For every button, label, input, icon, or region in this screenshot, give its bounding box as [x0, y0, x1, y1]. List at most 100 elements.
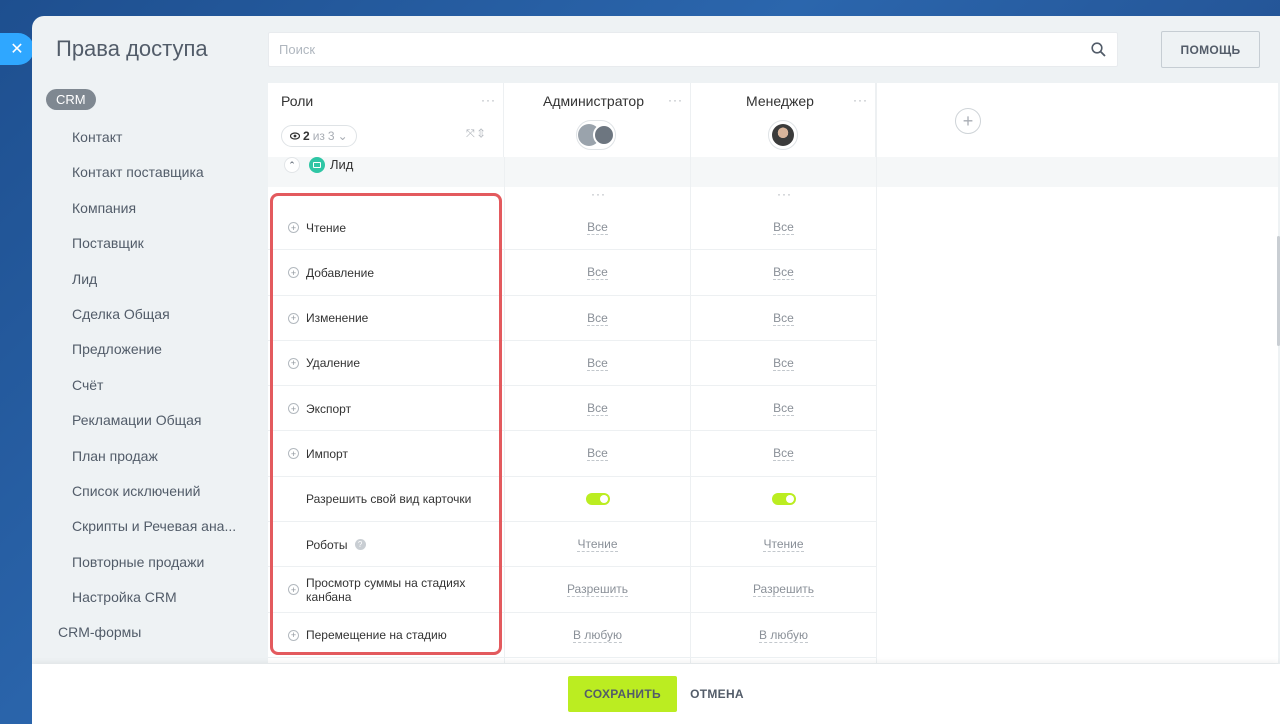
expand-plus-icon[interactable]: +: [288, 357, 299, 369]
collapse-expand-icon[interactable]: ⤧ ⇕: [466, 128, 484, 141]
permission-value-dropdown[interactable]: Все: [587, 311, 608, 326]
total-count: 3: [327, 129, 335, 143]
close-slider-button[interactable]: ✕: [0, 33, 34, 65]
sidebar-item[interactable]: Поставщик: [46, 226, 256, 261]
permission-name: + Добавление: [288, 250, 488, 295]
expand-plus-icon[interactable]: +: [288, 403, 299, 415]
permission-value-dropdown[interactable]: В любую: [573, 628, 622, 643]
table-row: + Удаление Все Все: [268, 341, 876, 387]
page-title: Права доступа: [56, 36, 208, 61]
permission-toggle[interactable]: [771, 493, 796, 506]
sidebar-item[interactable]: Настройка CRM: [46, 580, 256, 615]
manager-section-more-icon[interactable]: ···: [777, 187, 792, 201]
permission-value-dropdown[interactable]: В любую: [759, 628, 808, 643]
manager-more-icon[interactable]: ···: [853, 93, 868, 107]
roles-more-icon[interactable]: ···: [481, 93, 496, 107]
search-box[interactable]: [268, 32, 1118, 67]
sidebar-item[interactable]: Счёт: [46, 368, 256, 403]
sidebar-item[interactable]: Контакт: [46, 120, 256, 155]
admin-section-more-icon[interactable]: ···: [591, 187, 606, 201]
permission-value-dropdown[interactable]: Все: [773, 401, 794, 417]
save-button[interactable]: СОХРАНИТЬ: [568, 676, 677, 712]
permission-cell-manager: В любую: [691, 613, 876, 658]
permission-name: + Удаление: [288, 341, 488, 386]
expand-plus-icon[interactable]: +: [288, 629, 299, 641]
permission-value-dropdown[interactable]: Все: [773, 446, 794, 462]
permission-name: + Импорт: [288, 431, 488, 476]
permission-value-dropdown[interactable]: Разрешить: [752, 582, 815, 598]
cancel-button[interactable]: ОТМЕНА: [682, 676, 752, 712]
permission-value-dropdown[interactable]: Все: [773, 311, 794, 326]
permission-value-dropdown[interactable]: Все: [587, 401, 608, 417]
column-admin: Администратор ···: [504, 83, 691, 157]
sidebar-item[interactable]: Сделка Общая: [46, 297, 256, 332]
permission-cell-admin: Разрешить: [505, 567, 690, 612]
column-manager: Менеджер ···: [691, 83, 876, 157]
permission-toggle[interactable]: [585, 493, 610, 506]
permission-value-dropdown[interactable]: Все: [773, 220, 794, 235]
permission-value-dropdown[interactable]: Все: [587, 265, 608, 281]
expand-plus-icon[interactable]: +: [288, 222, 299, 233]
sidebar-item[interactable]: Контакт поставщика: [46, 155, 256, 190]
manager-avatars[interactable]: [768, 120, 798, 150]
permission-cell-admin: Все: [505, 386, 690, 431]
permission-name: Роботы?: [288, 522, 488, 567]
sidebar-item-crm-forms[interactable]: CRM-формы: [46, 615, 256, 650]
visible-count: 2: [303, 129, 310, 143]
sidebar-item[interactable]: Скрипты и Речевая ана...: [46, 509, 256, 544]
permission-name: + Перемещение на стадию: [288, 613, 488, 658]
permission-value-dropdown[interactable]: Все: [587, 220, 608, 235]
permission-value-dropdown[interactable]: Все: [773, 356, 794, 371]
sidebar-item[interactable]: План продаж: [46, 439, 256, 474]
permission-cell-admin: Чтение: [505, 522, 690, 567]
search-input[interactable]: [279, 42, 1089, 57]
add-role-button[interactable]: +: [955, 108, 981, 134]
permission-value-dropdown[interactable]: Чтение: [577, 537, 618, 553]
sidebar-item[interactable]: Повторные продажи: [46, 545, 256, 580]
sidebar-group-crm[interactable]: CRM: [46, 89, 96, 110]
sidebar: CRM Контакт Контакт поставщика Компания Пос…: [46, 89, 256, 651]
access-rights-panel: Права доступа ПОМОЩЬ CRM КонтактКонтакт …: [32, 16, 1280, 724]
chevron-down-icon: ⌄: [337, 129, 348, 143]
permission-cell-admin: Все: [505, 250, 690, 295]
permission-cell-manager: Разрешить: [691, 567, 876, 612]
permission-value-dropdown[interactable]: Все: [773, 265, 794, 281]
sidebar-item[interactable]: Предложение: [46, 332, 256, 367]
admin-avatars[interactable]: [576, 120, 616, 150]
help-question-icon[interactable]: ?: [354, 539, 366, 551]
table-row: + Чтение Все Все: [268, 205, 876, 251]
sidebar-item[interactable]: Рекламации Общая: [46, 403, 256, 438]
expand-plus-icon[interactable]: +: [288, 312, 299, 324]
sidebar-item[interactable]: Лид: [46, 262, 256, 297]
count-separator: из: [312, 129, 325, 143]
permission-cell-admin: Все: [505, 431, 690, 476]
avatar: [772, 124, 794, 146]
permissions-table: Роли ··· 2 из 3 ⌄ ⤧ ⇕ Администратор ···: [268, 83, 1278, 663]
table-row: + Просмотр суммы на стадиях канбана Разреш…: [268, 567, 876, 613]
expand-plus-icon[interactable]: +: [288, 584, 299, 596]
table-row: + Добавление Все Все: [268, 250, 876, 296]
search-icon[interactable]: [1089, 41, 1107, 59]
roles-header-cell: Роли ··· 2 из 3 ⌄ ⤧ ⇕: [268, 83, 504, 157]
permission-value-dropdown[interactable]: Чтение: [763, 537, 804, 553]
permission-name: + Экспорт: [288, 386, 488, 431]
help-button[interactable]: ПОМОЩЬ: [1161, 31, 1260, 68]
admin-more-icon[interactable]: ···: [668, 93, 683, 107]
sidebar-item[interactable]: Компания: [46, 191, 256, 226]
expand-plus-icon[interactable]: +: [288, 448, 299, 460]
roles-header-label: Роли: [281, 93, 314, 109]
column-divider: [876, 83, 877, 663]
permission-value-dropdown[interactable]: Все: [587, 446, 608, 462]
permission-value-dropdown[interactable]: Разрешить: [566, 582, 629, 598]
chevron-up-icon[interactable]: ⌃: [284, 157, 300, 173]
roles-visibility-counter[interactable]: 2 из 3 ⌄: [281, 125, 357, 147]
permission-cell-manager: Все: [691, 341, 876, 386]
permission-value-dropdown[interactable]: Все: [587, 356, 608, 371]
expand-plus-icon[interactable]: +: [288, 267, 299, 279]
sidebar-item[interactable]: Список исключений: [46, 474, 256, 509]
column-manager-name: Менеджер: [746, 93, 814, 109]
permission-label: Удаление: [306, 356, 361, 371]
lead-icon: [309, 157, 325, 173]
permission-cell-manager: Все: [691, 205, 876, 250]
permission-cell-manager: [691, 477, 876, 522]
